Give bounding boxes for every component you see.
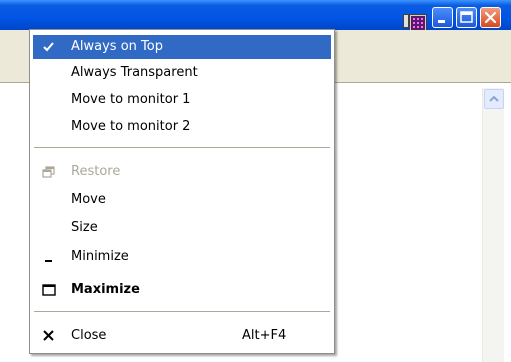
restore-icon (42, 166, 55, 178)
close-icon (43, 330, 54, 341)
menu-item-label: Maximize (71, 282, 140, 297)
menu-item-label: Always Transparent (71, 65, 198, 80)
menu-item-move-to-monitor-2[interactable]: Move to monitor 2 (33, 115, 331, 139)
close-button[interactable] (480, 7, 501, 28)
shortcut-label: Alt+F4 (242, 328, 287, 343)
checkmark-icon (43, 42, 54, 52)
menu-item-label: Restore (71, 164, 121, 179)
menu-item-move[interactable]: Move (33, 188, 331, 212)
menu-item-always-on-top[interactable]: Always on Top (33, 35, 331, 59)
maximize-icon (42, 284, 56, 296)
menu-item-label: Minimize (71, 249, 129, 264)
menu-item-label: Size (71, 220, 98, 235)
scroll-up-button[interactable] (484, 89, 504, 109)
menu-item-size[interactable]: Size (33, 216, 331, 240)
menu-item-always-transparent[interactable]: Always Transparent (33, 61, 331, 85)
vertical-scrollbar[interactable] (482, 88, 504, 362)
menu-item-restore[interactable]: Restore (33, 160, 331, 184)
maximize-icon (460, 11, 473, 23)
close-icon (484, 11, 497, 24)
menu-item-label: Close (71, 328, 107, 343)
chevron-up-icon (489, 95, 499, 102)
menu-separator (34, 147, 330, 148)
menu-item-close[interactable]: Close Alt+F4 (33, 324, 331, 348)
menu-item-label: Always on Top (71, 39, 163, 54)
maximize-button[interactable] (456, 7, 477, 28)
minimize-icon (45, 260, 52, 262)
system-menu: Always on Top Always Transparent Move to… (29, 29, 335, 354)
menu-separator (34, 311, 330, 312)
menu-item-maximize[interactable]: Maximize (33, 278, 331, 302)
menu-item-move-to-monitor-1[interactable]: Move to monitor 1 (33, 88, 331, 112)
title-bar[interactable] (0, 0, 511, 32)
minimize-button[interactable] (432, 7, 453, 28)
menu-item-label: Move to monitor 2 (71, 119, 191, 134)
minimize-icon (438, 20, 445, 23)
menu-item-label: Move to monitor 1 (71, 92, 191, 107)
menu-item-minimize[interactable]: Minimize (33, 245, 331, 269)
menu-item-label: Move (71, 192, 106, 207)
